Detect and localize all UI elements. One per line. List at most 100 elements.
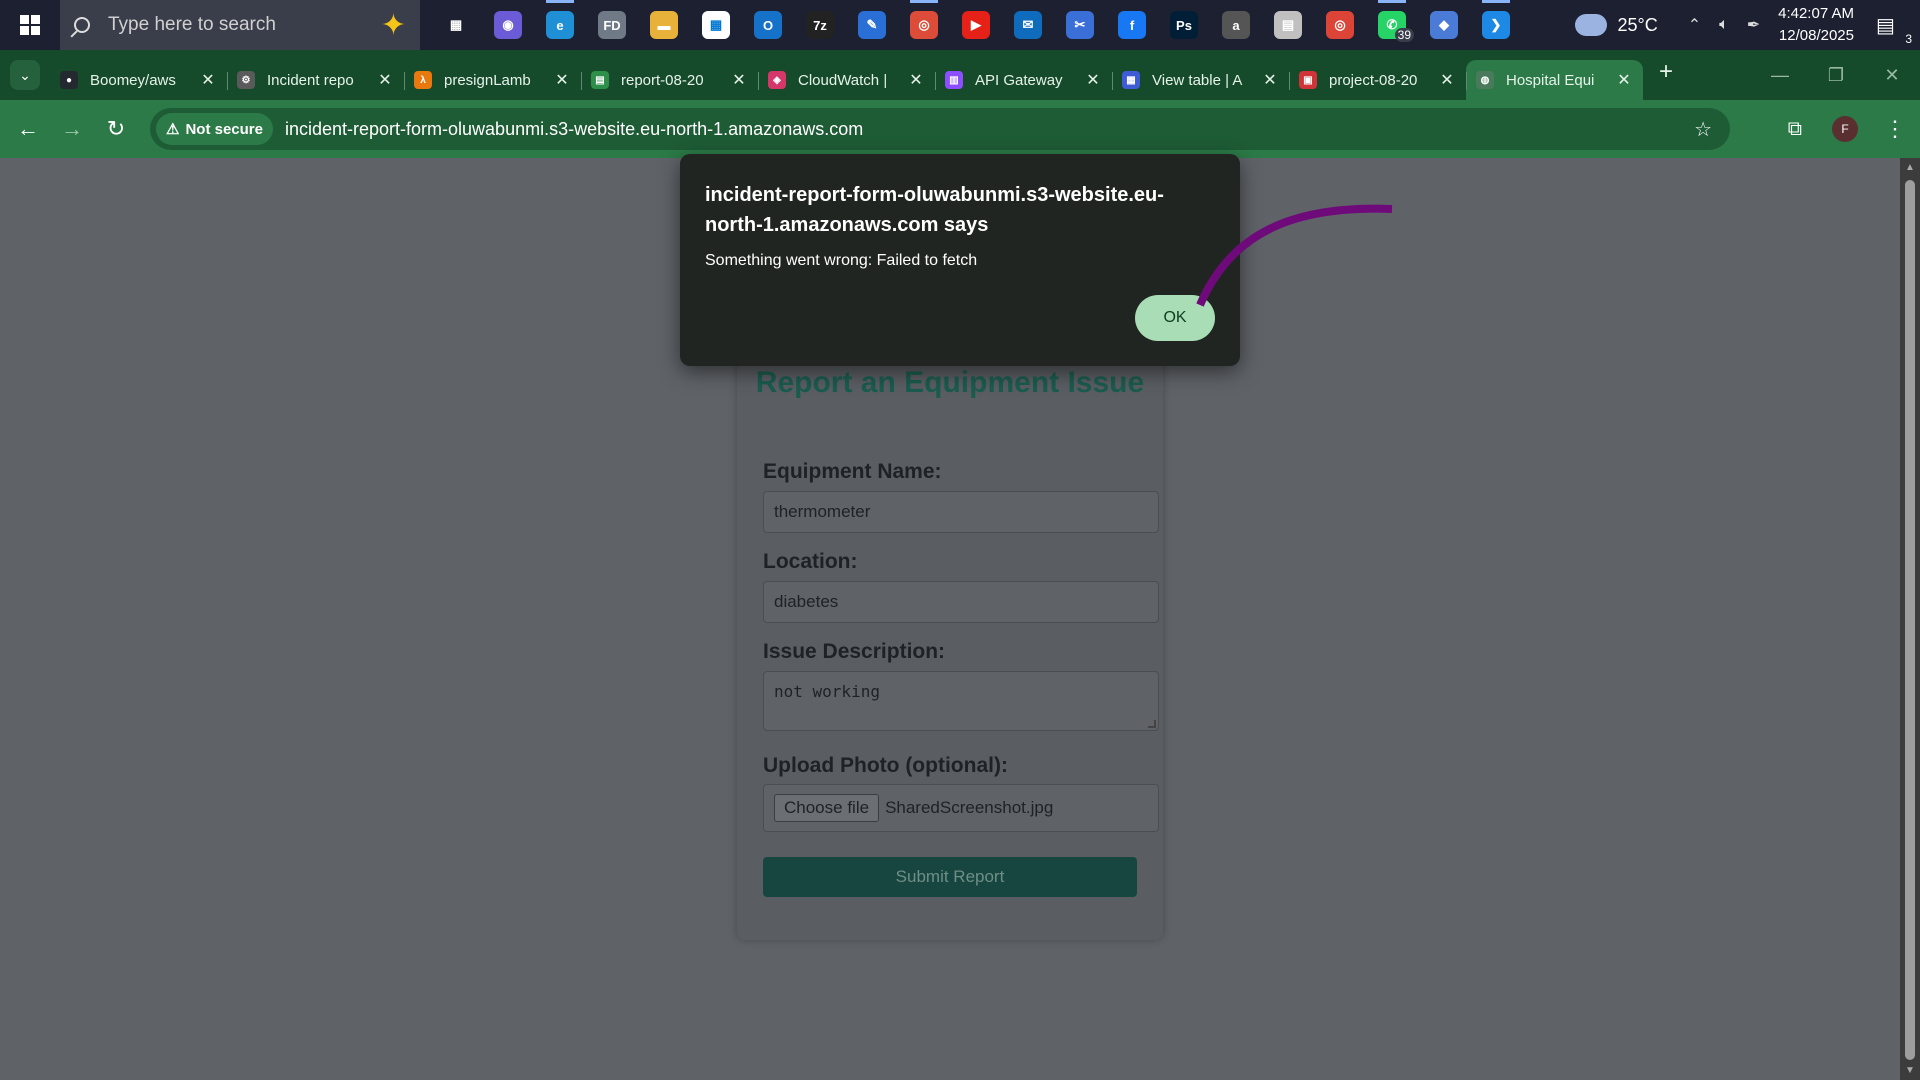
tab-close-icon[interactable]: ✕: [199, 70, 217, 90]
taskbar-app-snip-tool[interactable]: ✂: [1054, 0, 1106, 50]
photoshop-icon: Ps: [1170, 11, 1198, 39]
clock-date: 12/08/2025: [1778, 27, 1854, 44]
taskbar-app-chrome-profile[interactable]: ◎: [1314, 0, 1366, 50]
url-text[interactable]: incident-report-form-oluwabunmi.s3-websi…: [285, 119, 863, 140]
issue-description-label: Issue Description:: [763, 640, 946, 663]
tab-close-icon[interactable]: ✕: [553, 70, 571, 90]
outlook-icon: O: [754, 11, 782, 39]
tab-title: Hospital Equi: [1506, 71, 1595, 89]
equipment-name-input[interactable]: thermometer: [763, 491, 1159, 533]
paint-app-icon: ✎: [858, 11, 886, 39]
browser-tab[interactable]: ▥ API Gateway ✕: [935, 60, 1112, 100]
close-window-button[interactable]: ✕: [1864, 65, 1920, 86]
tab-favicon-icon: ⚙: [237, 71, 255, 89]
taskbar-app-files-app[interactable]: FD: [586, 0, 638, 50]
tab-title: API Gateway: [975, 71, 1063, 89]
tab-close-icon[interactable]: ✕: [1438, 70, 1456, 90]
browser-tab[interactable]: ▣ project-08-20 ✕: [1289, 60, 1466, 100]
tab-close-icon[interactable]: ✕: [1261, 70, 1279, 90]
system-tray: 25°C ⌃ 🔈︎ ✒︎ 4:42:07 AM 12/08/2025 ▤ 3: [1575, 0, 1920, 50]
copilot-icon: ◉: [494, 11, 522, 39]
taskbar-app-7zip[interactable]: 7z: [794, 0, 846, 50]
taskbar-app-ms-store[interactable]: ▦: [690, 0, 742, 50]
profile-avatar[interactable]: F: [1832, 116, 1858, 142]
scroll-up-arrow-icon[interactable]: ▲: [1905, 162, 1915, 173]
start-button[interactable]: [0, 0, 60, 50]
browser-tab-strip: ⌄ ● Boomey/aws ✕ ⚙ Incident repo ✕ λ presignLam…: [0, 50, 1920, 100]
minimize-button[interactable]: —: [1752, 65, 1808, 86]
tab-title: project-08-20: [1329, 71, 1418, 89]
taskbar-app-amazon[interactable]: a: [1210, 0, 1262, 50]
tab-search-button[interactable]: ⌄: [10, 60, 40, 90]
taskbar-app-edge[interactable]: e: [534, 0, 586, 50]
browser-tab[interactable]: ◍ Hospital Equi ✕: [1466, 60, 1643, 100]
taskbar-app-whatsapp[interactable]: ✆ 39: [1366, 0, 1418, 50]
browser-tab[interactable]: λ presignLamb ✕: [404, 60, 581, 100]
browser-tab[interactable]: ▤ report-08-20 ✕: [581, 60, 758, 100]
taskbar-app-vscode[interactable]: ❯: [1470, 0, 1522, 50]
security-indicator[interactable]: ⚠ Not secure: [156, 113, 273, 145]
weather-widget[interactable]: 25°C: [1575, 6, 1658, 36]
taskbar-app-file-explorer[interactable]: ▬: [638, 0, 690, 50]
taskbar-app-outlook[interactable]: O: [742, 0, 794, 50]
taskbar-app-chrome[interactable]: ◎: [898, 0, 950, 50]
back-button[interactable]: ←: [6, 116, 50, 142]
taskbar-search-placeholder: Type here to search: [108, 14, 276, 35]
address-bar[interactable]: ⚠ Not secure incident-report-form-oluwab…: [150, 108, 1730, 150]
taskbar-app-outlook-mail[interactable]: ✉: [1002, 0, 1054, 50]
git-tool-icon: ◆: [1430, 11, 1458, 39]
page-scrollbar[interactable]: ▲ ▼: [1900, 158, 1920, 1080]
search-icon: [74, 17, 90, 33]
browser-tab[interactable]: ● Boomey/aws ✕: [50, 60, 227, 100]
browser-tab[interactable]: ⚙ Incident repo ✕: [227, 60, 404, 100]
taskbar-app-photoshop[interactable]: Ps: [1158, 0, 1210, 50]
facebook-icon: f: [1118, 11, 1146, 39]
restore-button[interactable]: ❐: [1808, 65, 1864, 86]
browser-tab[interactable]: ◈ CloudWatch | ✕: [758, 60, 935, 100]
taskbar-app-youtube[interactable]: ▶: [950, 0, 1002, 50]
tab-title: report-08-20: [621, 71, 704, 89]
tab-favicon-icon: ▤: [591, 71, 609, 89]
issue-description-textarea[interactable]: not working: [763, 671, 1159, 731]
chrome-icon: ◎: [910, 11, 938, 39]
scroll-down-arrow-icon[interactable]: ▼: [1905, 1065, 1915, 1076]
file-explorer-icon: ▬: [650, 11, 678, 39]
pen-icon[interactable]: ✒︎: [1747, 15, 1760, 35]
tab-close-icon[interactable]: ✕: [907, 70, 925, 90]
location-input[interactable]: diabetes: [763, 581, 1159, 623]
browser-tab[interactable]: ▦ View table | A ✕: [1112, 60, 1289, 100]
taskbar-app-facebook[interactable]: f: [1106, 0, 1158, 50]
weather-temperature: 25°C: [1617, 14, 1658, 35]
windows-taskbar: Type here to search ✦ ▦ ◉ e FD ▬ ▦ O 7z ✎ ◎ ▶ ✉ ✂ f Ps…: [0, 0, 1920, 50]
taskbar-app-git-tool[interactable]: ◆: [1418, 0, 1470, 50]
taskbar-app-copilot[interactable]: ◉: [482, 0, 534, 50]
taskbar-app-photos[interactable]: ▤: [1262, 0, 1314, 50]
taskbar-app-paint-app[interactable]: ✎: [846, 0, 898, 50]
extensions-icon[interactable]: ⧉: [1788, 118, 1802, 141]
tab-close-icon[interactable]: ✕: [730, 70, 748, 90]
choose-file-button[interactable]: Choose file: [774, 794, 880, 822]
bookmark-star-icon[interactable]: ☆: [1694, 117, 1712, 142]
tab-close-icon[interactable]: ✕: [376, 70, 394, 90]
ms-store-icon: ▦: [702, 11, 730, 39]
tab-close-icon[interactable]: ✕: [1615, 70, 1633, 90]
files-app-icon: FD: [598, 11, 626, 39]
submit-report-button[interactable]: Submit Report: [763, 857, 1137, 897]
notification-center-icon[interactable]: ▤ 3: [1876, 13, 1912, 46]
reload-button[interactable]: ↻: [94, 116, 138, 142]
taskbar-app-task-view[interactable]: ▦: [430, 0, 482, 50]
clock[interactable]: 4:42:07 AM 12/08/2025: [1778, 3, 1854, 47]
forward-button[interactable]: →: [50, 116, 94, 142]
scrollbar-thumb[interactable]: [1905, 180, 1915, 1060]
browser-menu-icon[interactable]: ⋮: [1884, 116, 1906, 142]
speaker-icon[interactable]: 🔈︎: [1719, 16, 1729, 34]
taskbar-search-box[interactable]: Type here to search ✦: [60, 0, 420, 50]
tab-close-icon[interactable]: ✕: [1084, 70, 1102, 90]
chrome-profile-icon: ◎: [1326, 11, 1354, 39]
resize-handle-icon[interactable]: [1148, 720, 1156, 728]
chevron-up-icon[interactable]: ⌃: [1688, 15, 1701, 35]
new-tab-button[interactable]: +: [1659, 58, 1673, 86]
photo-file-input[interactable]: Choose file SharedScreenshot.jpg: [763, 784, 1159, 832]
tab-title: Boomey/aws: [90, 71, 176, 89]
tab-title: presignLamb: [444, 71, 531, 89]
